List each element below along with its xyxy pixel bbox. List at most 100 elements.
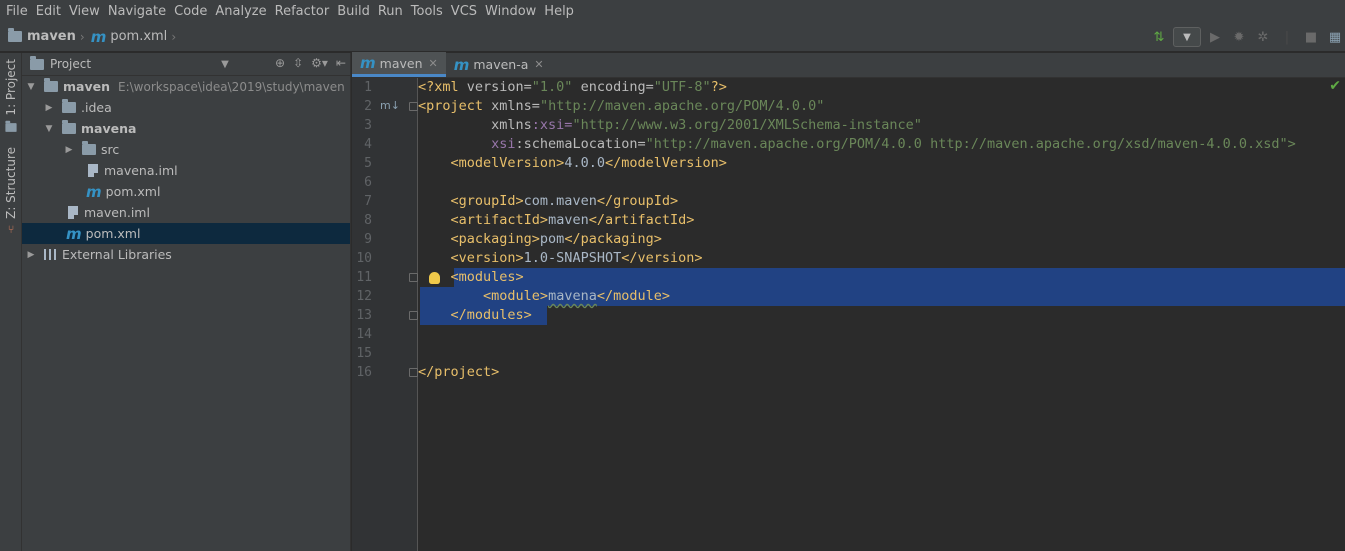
- close-icon[interactable]: ✕: [429, 57, 438, 70]
- folder-icon: [8, 28, 22, 42]
- tab-maven-a[interactable]: m maven-a ✕: [446, 52, 552, 77]
- coverage-icon[interactable]: ✲: [1253, 27, 1273, 47]
- project-view-title[interactable]: Project: [50, 57, 91, 71]
- tree-item-maven-pom[interactable]: m pom.xml: [22, 223, 350, 244]
- code-line-10: <version>1.0-SNAPSHOT</version>: [418, 249, 703, 268]
- folder-icon: [5, 120, 17, 132]
- hide-icon[interactable]: ⇤: [336, 56, 346, 70]
- tree-item-label: mavena.iml: [104, 163, 178, 178]
- menu-run[interactable]: Run: [374, 4, 407, 19]
- collapsed-arrow-icon[interactable]: ▶: [42, 103, 56, 113]
- tree-item-mavena-iml[interactable]: mavena.iml: [22, 160, 350, 181]
- code-line-8: <artifactId>maven</artifactId>: [418, 211, 695, 230]
- iml-file-icon: [68, 206, 78, 219]
- tree-item-maven-iml[interactable]: maven.iml: [22, 202, 350, 223]
- code-area[interactable]: <?xml version="1.0" encoding="UTF-8"?> <…: [418, 78, 1345, 551]
- locate-icon[interactable]: ⊕: [275, 56, 285, 70]
- tree-item-mavena-pom[interactable]: m pom.xml: [22, 181, 350, 202]
- chevron-right-icon: ›: [79, 29, 85, 44]
- code-line-9: <packaging>pom</packaging>: [418, 230, 662, 249]
- view-dropdown-icon[interactable]: ▼: [221, 59, 229, 70]
- tree-item-idea[interactable]: ▶ .idea: [22, 97, 350, 118]
- code-token: :schemaLocation=: [515, 136, 646, 152]
- collapse-all-icon[interactable]: ⇳: [293, 56, 303, 70]
- code-token: maven: [548, 212, 589, 228]
- chevron-right-icon: ›: [171, 29, 177, 44]
- breadcrumb-project[interactable]: maven ›: [8, 28, 85, 44]
- close-icon[interactable]: ✕: [534, 58, 543, 71]
- run-icon[interactable]: ▶: [1205, 27, 1225, 47]
- run-config-dropdown[interactable]: ▼: [1173, 27, 1201, 47]
- tree-item-label: maven.iml: [84, 205, 150, 220]
- tree-item-label: pom.xml: [105, 184, 161, 199]
- menu-refactor[interactable]: Refactor: [271, 4, 334, 19]
- code-token: mavena: [548, 288, 597, 304]
- collapsed-arrow-icon[interactable]: ▶: [62, 145, 76, 155]
- code-token: com.maven: [523, 193, 597, 209]
- tree-item-external-libraries[interactable]: ▶ External Libraries: [22, 244, 350, 265]
- menu-window[interactable]: Window: [481, 4, 540, 19]
- tree-item-maven[interactable]: ▼ maven E:\workspace\idea\2019\study\mav…: [22, 76, 350, 97]
- code-token: <modelVersion>: [450, 155, 565, 171]
- menu-edit[interactable]: Edit: [32, 4, 65, 19]
- project-tool-tab[interactable]: 1: Project: [0, 59, 22, 133]
- editor-gutter[interactable]: 1 2 3 4 5 6 7 8 9 10 11 12 13 14 15 16 m…: [352, 78, 418, 551]
- tree-item-src[interactable]: ▶ src: [22, 139, 350, 160]
- menu-analyze[interactable]: Analyze: [211, 4, 270, 19]
- code-line-12: <module>mavena</module>: [418, 287, 670, 306]
- menu-navigate[interactable]: Navigate: [104, 4, 170, 19]
- project-panel: Project ▼ ⊕ ⇳ ⚙▾ ⇤ ▼ maven E:\workspace\…: [22, 53, 351, 551]
- tool-window-stripe: 1: Project Z: Structure ⑂: [0, 53, 22, 551]
- code-token: </modelVersion>: [604, 155, 727, 171]
- menu-vcs[interactable]: VCS: [447, 4, 481, 19]
- tree-item-mavena[interactable]: ▼ mavena: [22, 118, 350, 139]
- structure-tool-tab[interactable]: Z: Structure ⑂: [0, 147, 22, 236]
- menu-help[interactable]: Help: [540, 4, 578, 19]
- menu-file[interactable]: File: [2, 4, 32, 19]
- build-icon[interactable]: ⇅: [1149, 27, 1169, 47]
- code-line-4: xsi:schemaLocation="http://maven.apache.…: [418, 135, 1296, 154]
- code-token: xmlns=: [483, 98, 540, 114]
- folder-icon: [62, 99, 76, 113]
- fold-marker-icon[interactable]: [409, 311, 418, 320]
- line-number: 14: [356, 327, 372, 342]
- expanded-arrow-icon[interactable]: ▼: [24, 82, 38, 92]
- code-token: </project>: [418, 364, 500, 380]
- menu-view[interactable]: View: [65, 4, 104, 19]
- collapsed-arrow-icon[interactable]: ▶: [24, 250, 38, 260]
- fold-marker-icon[interactable]: [409, 273, 418, 282]
- line-number: 1: [364, 80, 372, 95]
- code-token: <version>: [450, 250, 524, 266]
- menu-build[interactable]: Build: [333, 4, 374, 19]
- code-editor[interactable]: 1 2 3 4 5 6 7 8 9 10 11 12 13 14 15 16 m…: [352, 78, 1345, 551]
- stop-icon[interactable]: ■: [1301, 27, 1321, 47]
- maven-gutter-icon[interactable]: m↓: [380, 99, 400, 112]
- tab-label: maven-a: [473, 57, 529, 72]
- fold-marker-icon[interactable]: [409, 102, 418, 111]
- breadcrumb-project-label: maven: [27, 29, 76, 44]
- line-number: 8: [364, 213, 372, 228]
- editor-tab-bar: m maven ✕ m maven-a ✕: [352, 52, 1345, 78]
- line-number: 7: [364, 194, 372, 209]
- code-line-5: <modelVersion>4.0.0</modelVersion>: [418, 154, 727, 173]
- breadcrumb-file[interactable]: m pom.xml ›: [91, 28, 176, 46]
- tree-item-label: src: [101, 142, 120, 157]
- project-structure-icon[interactable]: ▦: [1325, 27, 1345, 47]
- code-token: 1.0-SNAPSHOT: [523, 250, 622, 266]
- code-token: <?xml: [418, 79, 459, 95]
- debug-icon[interactable]: ✹: [1229, 27, 1249, 47]
- tab-maven[interactable]: m maven ✕: [352, 52, 446, 77]
- line-number: 11: [356, 270, 372, 285]
- structure-icon: ⑂: [7, 222, 15, 236]
- breadcrumb-file-label: pom.xml: [110, 29, 168, 44]
- fold-marker-icon[interactable]: [409, 368, 418, 377]
- menu-code[interactable]: Code: [170, 4, 211, 19]
- line-number: 16: [356, 365, 372, 380]
- menu-tools[interactable]: Tools: [407, 4, 447, 19]
- expanded-arrow-icon[interactable]: ▼: [42, 124, 56, 134]
- gear-icon[interactable]: ⚙▾: [311, 56, 328, 70]
